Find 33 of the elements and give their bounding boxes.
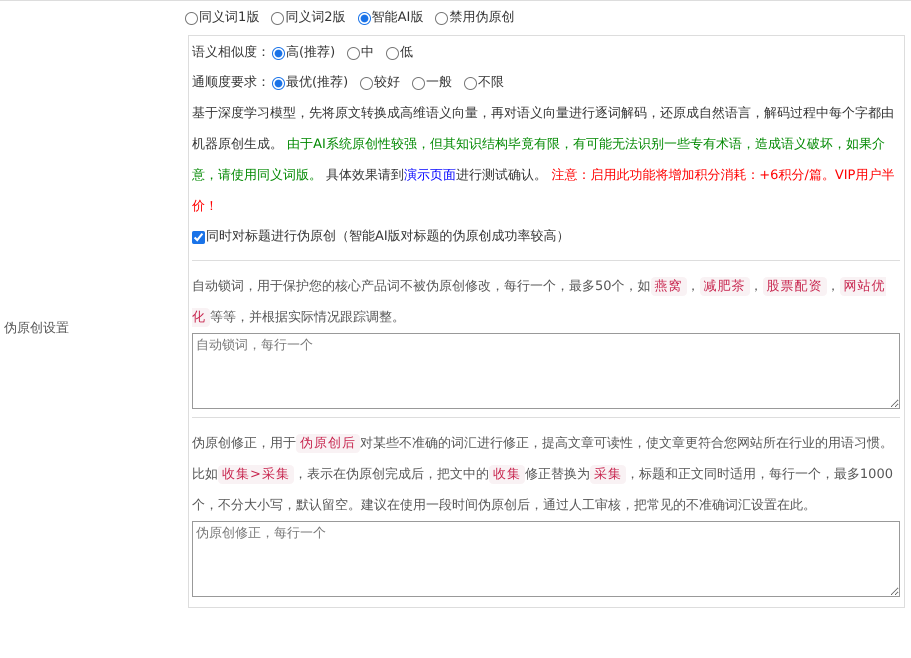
radio-button[interactable] [386, 46, 400, 60]
corrections-description: 伪原创修正，用于 伪原创后 对某些不准确的词汇进行修正，提高文章可读性，使文章更符合您网站所在行业的用语习惯。比如 收集>采集 ，表示在伪原创完成后，把文中的 收集 修正替换为 采集 ，标题和正文同时适用，每行一个，最多1000个，不分大小写，默认留空。建议在使用一段时间伪原创后，通过人工审核，把常见的不准确词汇设置在此。 [192, 433, 894, 515]
section-label: 伪原创设置 [4, 320, 69, 338]
option-label: 低 [400, 44, 414, 62]
option-label: 中 [361, 44, 374, 62]
checkbox[interactable] [192, 230, 205, 244]
ai-description: 基于深度学习模型，先将原文转换成高维语义向量，再对语义向量进行逐词解码，还原成自然语言，解码过程中每个字都由机器原创生成。 由于AI系统原创性较强，但其知识结构毕竟有限，有可能无法识别一些专有术语，造成语义破坏，如果介意，请使用同义词版。 具体效果请到演示页面进行测试确认。 注意：启用此功能将增加积分消耗：+6积分/篇。VIP用户半价！ [192, 105, 896, 216]
option-label: 禁用伪原创 [449, 9, 514, 28]
radio-button[interactable] [347, 46, 360, 60]
radio-button[interactable] [435, 12, 448, 24]
option-label: 一般 [426, 74, 452, 92]
field-label: 语义相似度： [192, 44, 270, 62]
radio-button[interactable] [272, 46, 285, 60]
option-label: 智能AI版 [372, 9, 424, 28]
option-label: 同义词2版 [285, 9, 346, 28]
radio-button[interactable] [185, 12, 198, 24]
radio-button[interactable] [360, 76, 374, 90]
radio-button[interactable] [358, 12, 371, 24]
demo-link[interactable]: 演示页面 [404, 168, 456, 183]
option-label: 最优(推荐) [286, 74, 348, 92]
radio-button[interactable] [271, 12, 284, 24]
lock-words-description: 自动锁词，用于保护您的核心产品词不被伪原创修改，每行一个，最多50个，如 燕窝 ， 减肥茶 ， 股票配资 ， 网站优化 等等，并根据实际情况跟踪调整。 [192, 276, 887, 329]
field-label: 通顺度要求： [192, 74, 270, 92]
option-label: 同义词1版 [199, 9, 260, 28]
corrections-field[interactable]: 伪原创修正，每行一个 [192, 521, 900, 597]
option-label: 较好 [374, 74, 400, 92]
option-label: 不限 [478, 74, 504, 92]
radio-button[interactable] [412, 76, 426, 90]
checkbox-label: 同时对标题进行伪原创（智能AI版对标题的伪原创成功率较高） [206, 228, 570, 246]
option-label: 高(推荐) [286, 44, 336, 62]
lock-words-field[interactable]: 自动锁词，每行一个 [192, 333, 900, 409]
radio-button[interactable] [272, 76, 285, 90]
radio-button[interactable] [464, 76, 478, 90]
